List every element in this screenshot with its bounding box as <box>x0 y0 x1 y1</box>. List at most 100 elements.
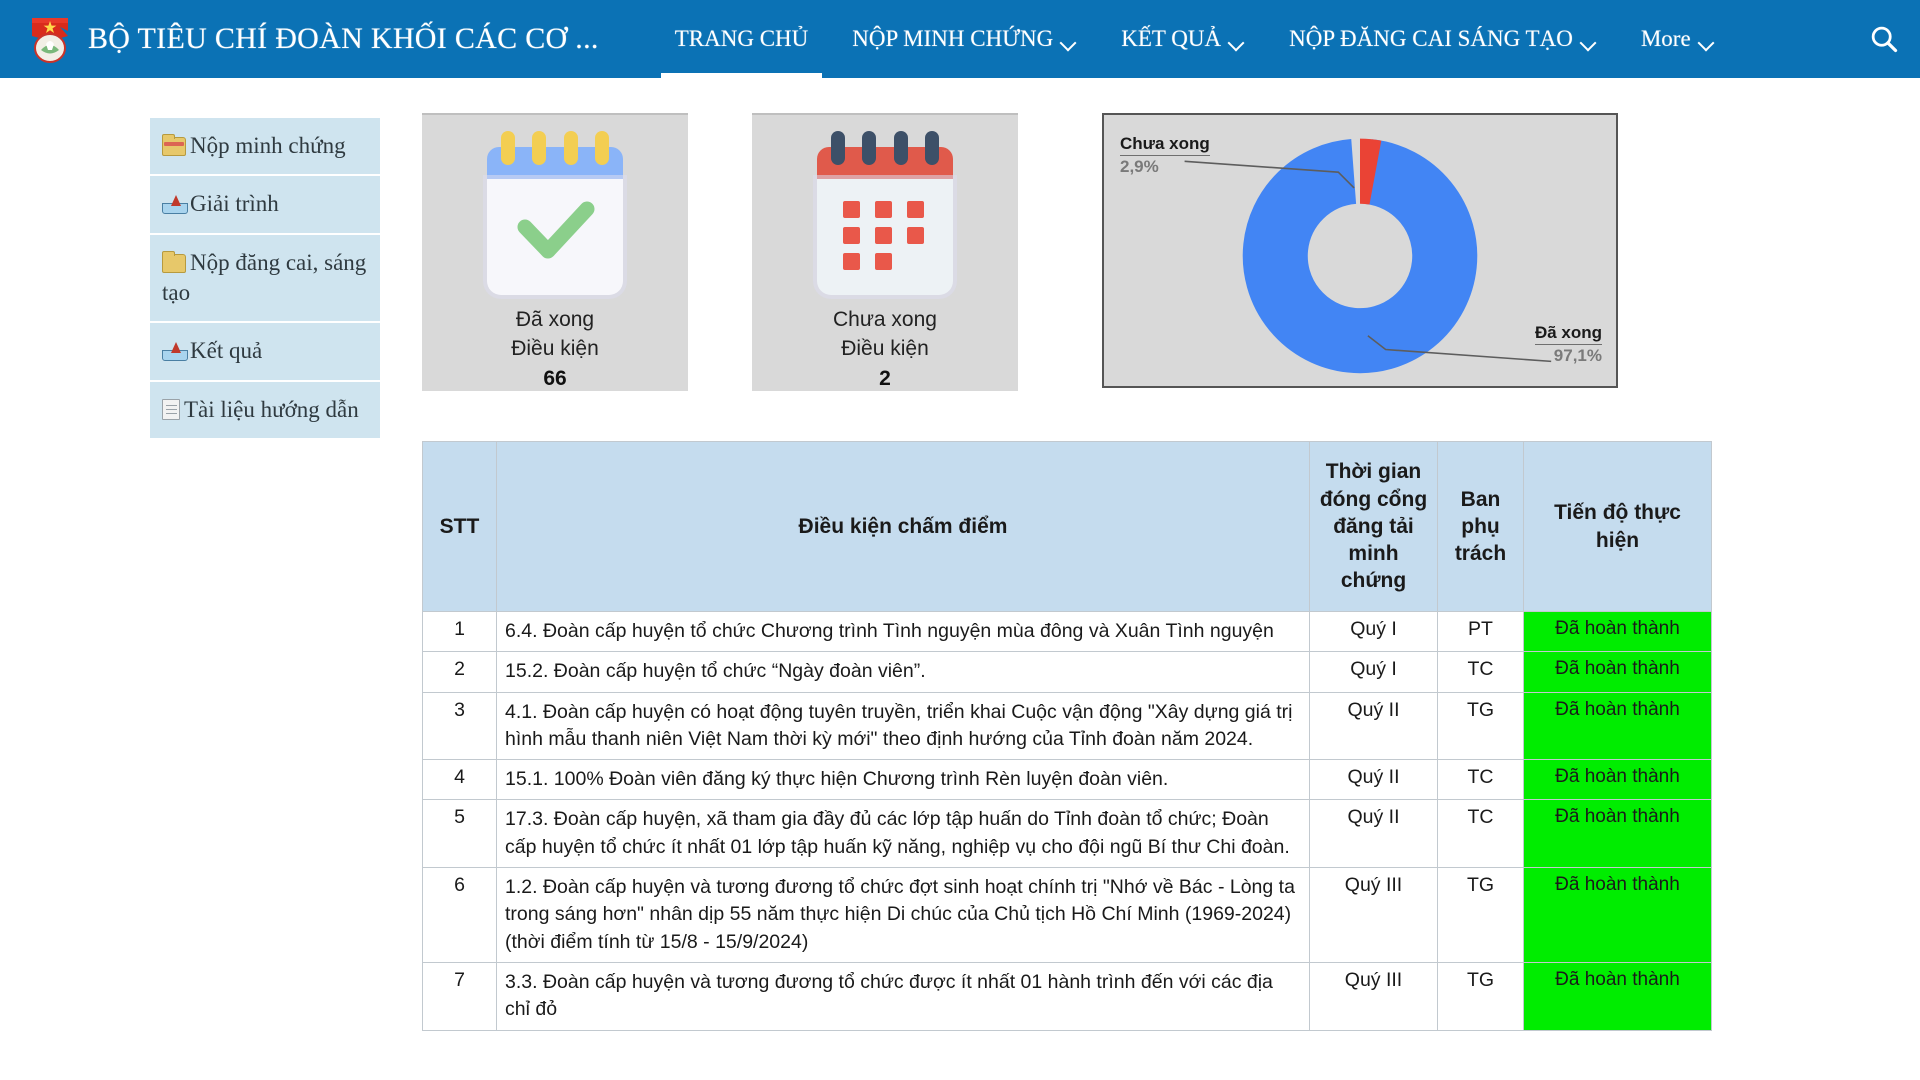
table-head: STT Điều kiện chấm điểm Thời gian đóng c… <box>422 441 1712 612</box>
status-badge: Đã hoàn thành <box>1523 651 1712 693</box>
cell-thoi-gian: Quý II <box>1309 691 1438 761</box>
nav-item-nop-minh-chung[interactable]: NỘP MINH CHỨNG <box>830 0 1099 78</box>
cell-thoi-gian: Quý I <box>1309 651 1438 693</box>
nav-item-nop-dang-cai-sang-tao[interactable]: NỘP ĐĂNG CAI SÁNG TẠO <box>1267 0 1619 78</box>
status-badge: Đã hoàn thành <box>1523 961 1712 1031</box>
cell-stt: 2 <box>422 651 497 693</box>
cell-thoi-gian: Quý III <box>1309 961 1438 1031</box>
chevron-down-icon <box>1700 37 1715 46</box>
nav-label: More <box>1640 26 1691 51</box>
nav-item-trang-chu[interactable]: TRANG CHỦ <box>653 0 831 78</box>
stat-status: Chưa xong <box>833 308 937 332</box>
page-body: Nộp minh chứng Giải trình Nộp đăng cai, … <box>0 78 1920 1031</box>
cell-stt: 4 <box>422 759 497 801</box>
completion-donut-chart: Chưa xong 2,9% Đã xong 97,1% <box>1102 113 1618 388</box>
stat-status: Đã xong <box>515 308 595 332</box>
chevron-down-icon <box>1230 37 1245 46</box>
stat-card-da-xong[interactable]: Đã xong Điều kiện 66 <box>422 113 688 391</box>
nav-item-ket-qua[interactable]: KẾT QUẢ <box>1099 0 1267 78</box>
cell-dieu-kien: 15.2. Đoàn cấp huyện tổ chức “Ngày đoàn … <box>496 651 1310 693</box>
cell-dieu-kien: 1.2. Đoàn cấp huyện và tương đương tổ ch… <box>496 867 1310 963</box>
table-row[interactable]: 4 15.1. 100% Đoàn viên đăng ký thực hiện… <box>422 759 1712 801</box>
stat-card-chua-xong[interactable]: Chưa xong Điều kiện 2 <box>752 113 1018 391</box>
search-button[interactable] <box>1848 0 1920 78</box>
table-row[interactable]: 3 4.1. Đoàn cấp huyện có hoạt động tuyên… <box>422 691 1712 761</box>
cell-dieu-kien: 4.1. Đoàn cấp huyện có hoạt động tuyên t… <box>496 691 1310 761</box>
chevron-down-icon <box>1062 37 1077 46</box>
chart-label-chua-xong: Chưa xong 2,9% <box>1120 133 1210 178</box>
stat-count: 66 <box>543 367 567 390</box>
search-icon <box>1871 26 1898 53</box>
nav-label: NỘP MINH CHỨNG <box>852 26 1054 51</box>
cell-thoi-gian: Quý III <box>1309 867 1438 963</box>
cell-stt: 6 <box>422 867 497 963</box>
upload-tray-icon <box>162 342 188 362</box>
chevron-down-icon <box>1582 37 1597 46</box>
nav-label: TRANG CHỦ <box>674 26 809 51</box>
chart-label-name: Chưa xong <box>1120 133 1210 157</box>
calendar-pending-icon <box>805 131 965 298</box>
sidebar-item-ket-qua[interactable]: Kết quả <box>150 323 380 382</box>
summary-cards: Đã xong Điều kiện 66 Chưa xong Điều kiện… <box>422 113 1896 391</box>
status-badge: Đã hoàn thành <box>1523 759 1712 801</box>
table-row[interactable]: 2 15.2. Đoàn cấp huyện tổ chức “Ngày đoà… <box>422 651 1712 693</box>
cell-thoi-gian: Quý I <box>1309 610 1438 653</box>
table-row[interactable]: 6 1.2. Đoàn cấp huyện và tương đương tổ … <box>422 867 1712 963</box>
sidebar-item-label: Kết quả <box>190 338 263 364</box>
col-header-ban-phu-trach: Ban phụ trách <box>1437 441 1524 612</box>
sidebar-item-label: Nộp đăng cai, sáng tạo <box>162 249 367 306</box>
sidebar: Nộp minh chứng Giải trình Nộp đăng cai, … <box>150 118 380 441</box>
table-row[interactable]: 7 3.3. Đoàn cấp huyện và tương đương tổ … <box>422 961 1712 1031</box>
criteria-table-wrapper: STT Điều kiện chấm điểm Thời gian đóng c… <box>422 441 1712 1031</box>
main-nav: TRANG CHỦ NỘP MINH CHỨNG KẾT QUẢ NỘP ĐĂN… <box>653 0 1920 78</box>
nav-label: NỘP ĐĂNG CAI SÁNG TẠO <box>1289 26 1573 51</box>
cell-stt: 5 <box>422 799 497 869</box>
table-header-row: STT Điều kiện chấm điểm Thời gian đóng c… <box>422 441 1712 612</box>
sidebar-item-label: Giải trình <box>190 191 279 217</box>
cell-stt: 1 <box>422 610 497 653</box>
cell-ban: TC <box>1437 799 1524 869</box>
upload-tray-icon <box>162 195 188 215</box>
cell-thoi-gian: Quý II <box>1309 799 1438 869</box>
cell-dieu-kien: 6.4. Đoàn cấp huyện tổ chức Chương trình… <box>496 610 1310 653</box>
status-badge: Đã hoàn thành <box>1523 867 1712 963</box>
site-header: BỘ TIÊU CHÍ ĐOÀN KHỐI CÁC CƠ ... TRANG C… <box>0 0 1920 78</box>
table-body: 1 6.4. Đoàn cấp huyện tổ chức Chương trì… <box>422 610 1712 1031</box>
table-row[interactable]: 1 6.4. Đoàn cấp huyện tổ chức Chương trì… <box>422 610 1712 653</box>
sidebar-item-tai-lieu-huong-dan[interactable]: Tài liệu hướng dẫn <box>150 381 380 441</box>
cell-ban: TG <box>1437 691 1524 761</box>
calendar-check-icon <box>475 131 635 298</box>
cell-dieu-kien: 15.1. 100% Đoàn viên đăng ký thực hiện C… <box>496 759 1310 801</box>
site-title: BỘ TIÊU CHÍ ĐOÀN KHỐI CÁC CƠ ... <box>88 22 599 55</box>
nav-item-more[interactable]: More <box>1619 0 1737 78</box>
sidebar-item-label: Nộp minh chứng <box>190 133 346 158</box>
col-header-tien-do: Tiến độ thực hiện <box>1523 441 1712 612</box>
status-badge: Đã hoàn thành <box>1523 691 1712 761</box>
brand[interactable]: BỘ TIÊU CHÍ ĐOÀN KHỐI CÁC CƠ ... <box>0 14 599 64</box>
chart-label-da-xong: Đã xong 97,1% <box>1534 322 1602 367</box>
col-header-thoi-gian: Thời gian đóng cổng đăng tải minh chứng <box>1309 441 1438 612</box>
cell-dieu-kien: 17.3. Đoàn cấp huyện, xã tham gia đầy đủ… <box>496 799 1310 869</box>
sidebar-item-label: Tài liệu hướng dẫn <box>184 396 359 422</box>
criteria-table: STT Điều kiện chấm điểm Thời gian đóng c… <box>422 441 1712 1031</box>
chart-label-value: 97,1% <box>1553 345 1602 365</box>
cell-ban: TG <box>1437 961 1524 1031</box>
chart-label-name: Đã xong <box>1534 322 1602 345</box>
document-icon <box>162 398 180 420</box>
sidebar-item-nop-minh-chung[interactable]: Nộp minh chứng <box>150 118 380 177</box>
cell-stt: 3 <box>422 691 497 761</box>
status-badge: Đã hoàn thành <box>1523 610 1712 653</box>
sidebar-item-giai-trinh[interactable]: Giải trình <box>150 176 380 235</box>
stat-unit: Điều kiện <box>841 337 929 361</box>
sidebar-item-nop-dang-cai-sang-tao[interactable]: Nộp đăng cai, sáng tạo <box>150 234 380 324</box>
folder-open-icon <box>162 134 186 156</box>
status-badge: Đã hoàn thành <box>1523 799 1712 869</box>
col-header-dieu-kien: Điều kiện chấm điểm <box>496 441 1310 612</box>
table-row[interactable]: 5 17.3. Đoàn cấp huyện, xã tham gia đầy … <box>422 799 1712 869</box>
stat-unit: Điều kiện <box>511 337 599 361</box>
col-header-stt: STT <box>422 441 497 612</box>
nav-label: KẾT QUẢ <box>1121 26 1222 51</box>
cell-dieu-kien: 3.3. Đoàn cấp huyện và tương đương tổ ch… <box>496 961 1310 1031</box>
chart-label-value: 2,9% <box>1120 157 1159 177</box>
cell-ban: TC <box>1437 651 1524 693</box>
